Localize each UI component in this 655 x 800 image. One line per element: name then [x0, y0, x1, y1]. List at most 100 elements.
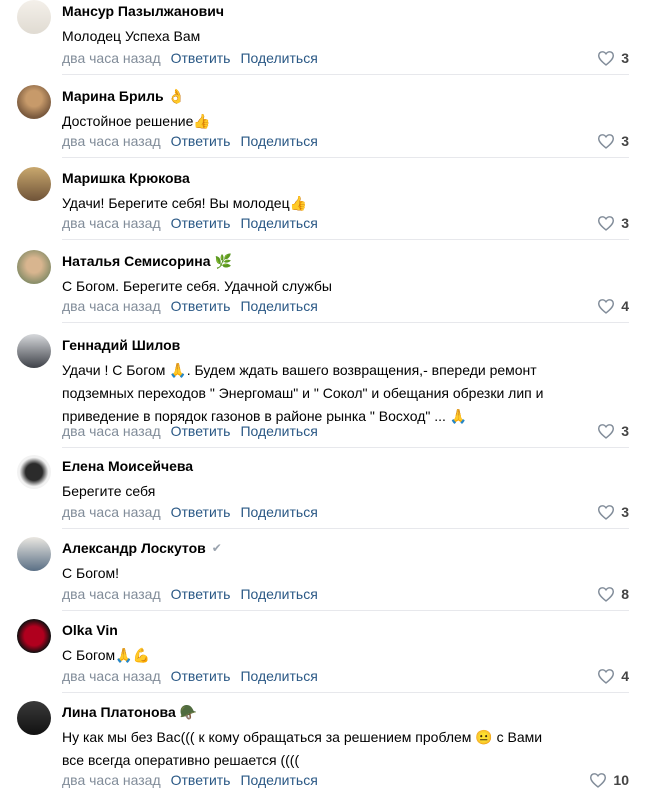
- divider: [62, 447, 629, 448]
- author-name[interactable]: Лина Платонова: [62, 704, 176, 720]
- share-link[interactable]: Поделиться: [240, 215, 317, 231]
- status-emoji: 👌: [167, 88, 186, 104]
- reply-link[interactable]: Ответить: [171, 50, 231, 66]
- divider: [62, 74, 629, 75]
- like-count: 8: [621, 586, 629, 602]
- comment-text: С Богом!: [62, 562, 622, 585]
- like-button[interactable]: 4: [597, 298, 629, 314]
- like-button[interactable]: 8: [597, 586, 629, 602]
- divider: [62, 239, 629, 240]
- comment-meta: два часа назад Ответить Поделиться: [62, 504, 318, 520]
- author-name[interactable]: Елена Моисейчева: [62, 458, 193, 474]
- comment-text-line: подземных переходов " Энергомаш" и " Сок…: [62, 385, 544, 401]
- reply-link[interactable]: Ответить: [171, 133, 231, 149]
- status-emoji: 🪖: [179, 704, 198, 720]
- avatar[interactable]: [17, 334, 51, 368]
- author-name[interactable]: Геннадий Шилов: [62, 337, 180, 353]
- timestamp[interactable]: два часа назад: [62, 215, 161, 231]
- comment-meta: два часа назад Ответить Поделиться: [62, 50, 318, 66]
- comment-text-line: все всегда оперативно решается ((((: [62, 752, 300, 768]
- avatar[interactable]: [17, 250, 51, 284]
- share-link[interactable]: Поделиться: [240, 298, 317, 314]
- author-name[interactable]: Olka Vin: [62, 622, 118, 638]
- comment-meta: два часа назад Ответить Поделиться: [62, 668, 318, 684]
- comment-meta: два часа назад Ответить Поделиться: [62, 772, 318, 788]
- timestamp[interactable]: два часа назад: [62, 586, 161, 602]
- timestamp[interactable]: два часа назад: [62, 772, 161, 788]
- avatar[interactable]: [17, 619, 51, 653]
- comment-text: Ну как мы без Вас((( к кому обращаться з…: [62, 726, 622, 772]
- avatar[interactable]: [17, 455, 51, 489]
- divider: [62, 610, 629, 611]
- like-count: 4: [621, 298, 629, 314]
- comment-text: С Богом. Берегите себя. Удачной службы: [62, 275, 622, 298]
- comment-text: С Богом🙏💪: [62, 644, 622, 667]
- divider: [62, 322, 629, 323]
- comment-text-line: С Богом!: [62, 565, 120, 581]
- timestamp[interactable]: два часа назад: [62, 298, 161, 314]
- timestamp[interactable]: два часа назад: [62, 50, 161, 66]
- like-button[interactable]: 3: [597, 504, 629, 520]
- like-button[interactable]: 10: [589, 772, 629, 788]
- comment-meta: два часа назад Ответить Поделиться: [62, 423, 318, 439]
- comment-text-line: Молодец Успеха Вам: [62, 28, 201, 44]
- timestamp[interactable]: два часа назад: [62, 668, 161, 684]
- reply-link[interactable]: Ответить: [171, 586, 231, 602]
- share-link[interactable]: Поделиться: [240, 133, 317, 149]
- timestamp[interactable]: два часа назад: [62, 133, 161, 149]
- avatar[interactable]: [17, 167, 51, 201]
- like-count: 3: [621, 215, 629, 231]
- author-line: Olka Vin: [62, 621, 118, 639]
- like-button[interactable]: 4: [597, 668, 629, 684]
- share-link[interactable]: Поделиться: [240, 504, 317, 520]
- share-link[interactable]: Поделиться: [240, 50, 317, 66]
- like-count: 10: [613, 772, 629, 788]
- like-button[interactable]: 3: [597, 50, 629, 66]
- author-name[interactable]: Наталья Семисорина: [62, 253, 211, 269]
- divider: [62, 528, 629, 529]
- share-link[interactable]: Поделиться: [240, 772, 317, 788]
- share-link[interactable]: Поделиться: [240, 586, 317, 602]
- heart-outline-icon: [598, 505, 615, 520]
- reply-link[interactable]: Ответить: [171, 215, 231, 231]
- avatar[interactable]: [17, 537, 51, 571]
- like-button[interactable]: 3: [597, 215, 629, 231]
- timestamp[interactable]: два часа назад: [62, 504, 161, 520]
- reply-link[interactable]: Ответить: [171, 772, 231, 788]
- reply-link[interactable]: Ответить: [171, 668, 231, 684]
- share-link[interactable]: Поделиться: [240, 423, 317, 439]
- author-line: Марина Бриль 👌: [62, 87, 185, 105]
- heart-outline-icon: [598, 669, 615, 684]
- author-line: Елена Моисейчева: [62, 457, 193, 475]
- like-count: 4: [621, 668, 629, 684]
- like-count: 3: [621, 50, 629, 66]
- heart-outline-icon: [598, 424, 615, 439]
- comment-text: Молодец Успеха Вам: [62, 25, 622, 48]
- comment-text-line: Ну как мы без Вас((( к кому обращаться з…: [62, 729, 543, 745]
- avatar[interactable]: [17, 701, 51, 735]
- timestamp[interactable]: два часа назад: [62, 423, 161, 439]
- author-name[interactable]: Александр Лоскутов: [62, 540, 206, 556]
- author-line: Лина Платонова 🪖: [62, 703, 197, 721]
- comment-meta: два часа назад Ответить Поделиться: [62, 298, 318, 314]
- heart-outline-icon: [590, 773, 607, 788]
- reply-link[interactable]: Ответить: [171, 504, 231, 520]
- reply-link[interactable]: Ответить: [171, 423, 231, 439]
- author-line: Мансур Пазылжанович: [62, 2, 224, 20]
- like-button[interactable]: 3: [597, 133, 629, 149]
- avatar[interactable]: [17, 0, 51, 34]
- author-line: Маришка Крюкова: [62, 169, 190, 187]
- avatar[interactable]: [17, 85, 51, 119]
- author-line: Наталья Семисорина 🌿: [62, 252, 232, 270]
- comment-meta: два часа назад Ответить Поделиться: [62, 586, 318, 602]
- author-name[interactable]: Марина Бриль: [62, 88, 164, 104]
- reply-link[interactable]: Ответить: [171, 298, 231, 314]
- divider: [62, 692, 629, 693]
- comment-text-line: Берегите себя: [62, 483, 156, 499]
- author-name[interactable]: Маришка Крюкова: [62, 170, 190, 186]
- verified-check-icon: ✔: [211, 541, 222, 555]
- like-button[interactable]: 3: [597, 423, 629, 439]
- share-link[interactable]: Поделиться: [240, 668, 317, 684]
- comment-text: Удачи ! С Богом 🙏. Будем ждать вашего во…: [62, 359, 622, 428]
- author-name[interactable]: Мансур Пазылжанович: [62, 3, 224, 19]
